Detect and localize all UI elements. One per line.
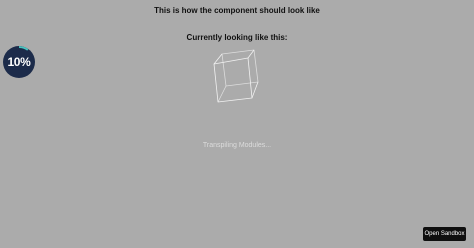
current-heading: Currently looking like this:: [186, 33, 288, 42]
transpiling-status: Transpiling Modules...: [202, 142, 272, 149]
wireframe-cube-icon: [213, 49, 259, 103]
sandbox-preview: This is how the component should look li…: [0, 0, 474, 248]
progress-circle: 10%: [3, 46, 35, 78]
expected-heading: This is how the component should look li…: [154, 6, 320, 15]
progress-percent: 10%: [7, 55, 31, 69]
open-sandbox-button[interactable]: Open Sandbox: [423, 227, 466, 241]
